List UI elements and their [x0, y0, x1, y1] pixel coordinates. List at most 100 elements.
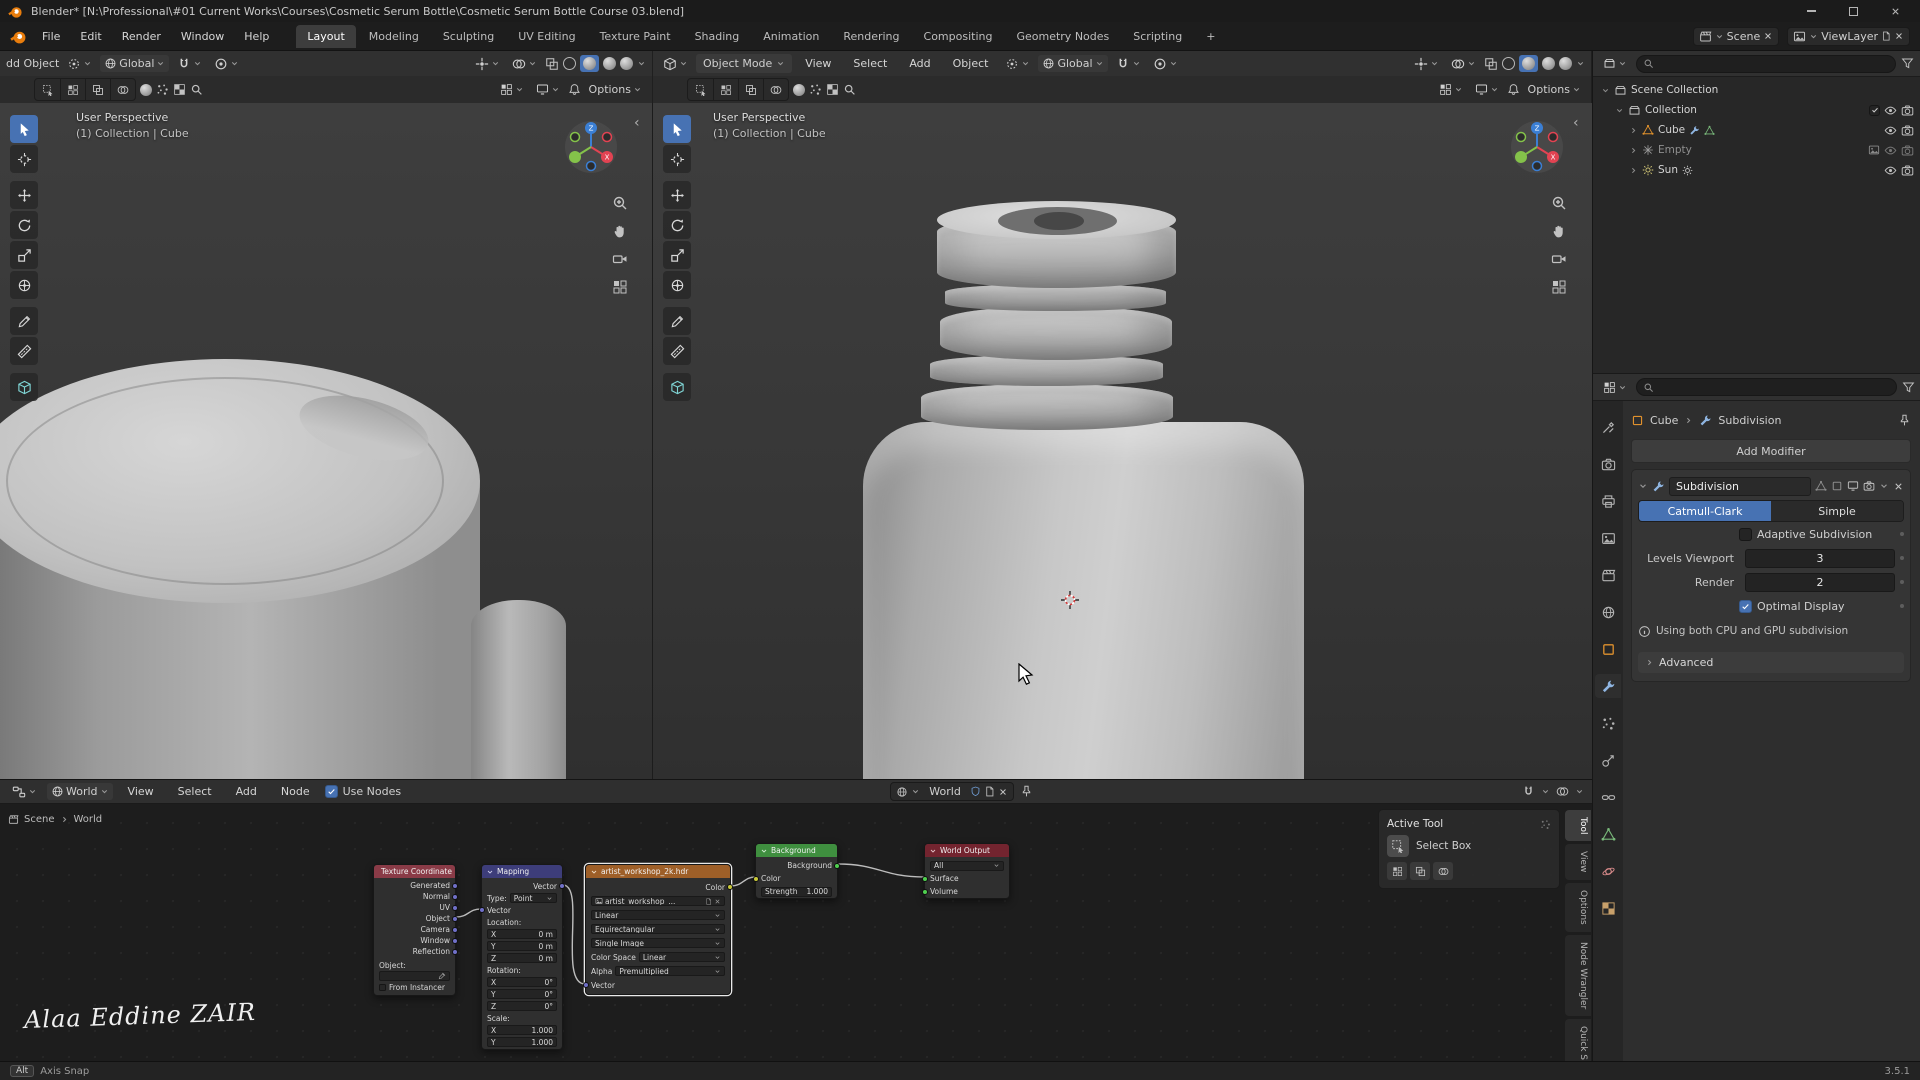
use-nodes-toggle[interactable]: Use Nodes: [324, 785, 401, 798]
shading-wireframe-button[interactable]: [563, 57, 576, 70]
outliner-display-mode-dropdown[interactable]: [1599, 55, 1631, 72]
menu-add[interactable]: Add: [900, 53, 939, 74]
strength-field[interactable]: Strength 1.000: [761, 886, 832, 897]
scale-x-field[interactable]: X 1.000: [487, 1025, 557, 1035]
hide-eye-toggle[interactable]: [1884, 124, 1897, 137]
toggle-ortho-icon[interactable]: [612, 279, 628, 295]
navigation-gizmo[interactable]: Z X: [563, 119, 619, 175]
realtime-toggle[interactable]: [1847, 480, 1859, 492]
select-subtract-icon[interactable]: [85, 79, 110, 100]
tab-view-layer[interactable]: [1595, 526, 1621, 550]
add-modifier-button[interactable]: Add Modifier: [1631, 439, 1911, 463]
hide-eye-toggle[interactable]: [1884, 144, 1897, 157]
menu-edit[interactable]: Edit: [71, 26, 110, 47]
falloff-dropdown[interactable]: [532, 81, 564, 98]
notifications-icon[interactable]: [568, 83, 581, 96]
menu-window[interactable]: Window: [172, 26, 233, 47]
from-instancer-checkbox[interactable]: [379, 984, 386, 991]
delete-modifier-icon[interactable]: [1893, 481, 1904, 492]
properties-filter-icon[interactable]: [1902, 381, 1915, 394]
scale-tool[interactable]: [663, 241, 691, 269]
disclosure-icon[interactable]: [1615, 106, 1624, 115]
tool-option-subtract-icon[interactable]: [1433, 862, 1453, 880]
location-x-field[interactable]: X0 m: [487, 929, 557, 939]
render-toggle[interactable]: [1863, 480, 1875, 492]
navigation-gizmo[interactable]: Z X: [1509, 119, 1565, 175]
right-3d-viewport[interactable]: User Perspective (1) Collection | Cube ‹…: [653, 103, 1592, 779]
workspace-tab-scripting[interactable]: Scripting: [1122, 25, 1193, 48]
blender-logo-icon[interactable]: [8, 4, 23, 19]
move-tool[interactable]: [663, 181, 691, 209]
unlink-datablock-icon[interactable]: [998, 787, 1008, 797]
transform-orientation-dropdown[interactable]: Global: [100, 55, 170, 72]
menu-view[interactable]: View: [796, 53, 840, 74]
interpolation-dropdown[interactable]: Linear: [591, 910, 725, 920]
select-extend-icon[interactable]: [60, 79, 85, 100]
camera-view-icon[interactable]: [612, 251, 628, 267]
tab-scene[interactable]: [1595, 563, 1621, 587]
on-cage-toggle[interactable]: [1815, 480, 1827, 492]
catmull-clark-button[interactable]: Catmull-Clark: [1639, 501, 1771, 521]
animate-dot[interactable]: [1900, 532, 1904, 536]
options-dropdown[interactable]: Options: [1524, 81, 1585, 98]
snapping-toggle[interactable]: [1112, 55, 1145, 73]
workspace-tab-compositing[interactable]: Compositing: [913, 25, 1004, 48]
left-3d-viewport[interactable]: User Perspective (1) Collection | Cube ‹…: [0, 103, 653, 779]
falloff-dropdown[interactable]: [1471, 81, 1503, 98]
workspace-tab-rendering[interactable]: Rendering: [832, 25, 910, 48]
use-nodes-checkbox[interactable]: [324, 785, 338, 798]
node-world-output[interactable]: World Output All Surface Volume: [922, 843, 1010, 899]
blender-menu-icon[interactable]: [10, 28, 27, 45]
xray-toggle[interactable]: [545, 57, 559, 71]
node-texture-coordinate[interactable]: Texture Coordinate Generated Normal UV O…: [373, 864, 458, 996]
outliner-row-collection[interactable]: Collection: [1593, 100, 1920, 120]
editor-type-dropdown[interactable]: [659, 55, 692, 73]
shading-wireframe-button[interactable]: [1502, 57, 1515, 70]
tab-world[interactable]: [1595, 600, 1621, 624]
add-workspace-button[interactable]: +: [1195, 25, 1226, 48]
outliner-row-sun[interactable]: Sun: [1593, 160, 1920, 180]
pan-hand-icon[interactable]: [612, 223, 628, 239]
sidebar-tab-tool[interactable]: Tool: [1565, 810, 1591, 842]
disclosure-icon[interactable]: [1629, 146, 1638, 155]
paint-mask-icon[interactable]: [809, 83, 822, 96]
workspace-tab-animation[interactable]: Animation: [752, 25, 830, 48]
sidebar-collapse-arrow[interactable]: ‹: [634, 115, 640, 131]
sidebar-tab-quick[interactable]: Quick S: [1565, 1018, 1591, 1062]
add-cube-tool[interactable]: [663, 373, 691, 401]
select-subtract-icon[interactable]: [738, 79, 763, 100]
advanced-subpanel-header[interactable]: Advanced: [1638, 652, 1904, 673]
menu-select[interactable]: Select: [169, 781, 221, 802]
breadcrumb-modifier[interactable]: Subdivision: [1718, 414, 1781, 427]
workspace-tab-geometry-nodes[interactable]: Geometry Nodes: [1005, 25, 1120, 48]
sidebar-collapse-arrow[interactable]: ‹: [1573, 115, 1579, 131]
image-source-dropdown[interactable]: Single Image: [591, 938, 725, 948]
tab-material[interactable]: [1595, 859, 1621, 883]
camera-view-icon[interactable]: [1551, 251, 1567, 267]
tab-modifiers[interactable]: [1595, 674, 1621, 698]
outliner-row-cube[interactable]: Cube: [1593, 120, 1920, 140]
viewlayer-selector[interactable]: ViewLayer: [1787, 26, 1910, 46]
rotation-x-field[interactable]: X 0°: [487, 977, 557, 987]
menu-render[interactable]: Render: [113, 26, 170, 47]
menu-node[interactable]: Node: [272, 781, 319, 802]
menu-object[interactable]: Object: [944, 53, 998, 74]
cursor-tool[interactable]: [663, 145, 691, 173]
breadcrumb-object[interactable]: Cube: [1650, 414, 1678, 427]
measure-tool[interactable]: [10, 337, 38, 365]
shading-dropdown[interactable]: [1576, 59, 1585, 68]
tab-constraints[interactable]: [1595, 785, 1621, 809]
material-preview-icon[interactable]: [140, 83, 152, 96]
notifications-icon[interactable]: [1507, 83, 1520, 96]
show-overlays-toggle[interactable]: [508, 55, 541, 73]
select-set-icon[interactable]: [688, 79, 713, 100]
tab-particles[interactable]: [1595, 711, 1621, 735]
node-canvas[interactable]: Scene World Texture Coordinate Generated…: [0, 804, 1592, 1062]
overlays-toggle[interactable]: [1556, 785, 1569, 798]
snap-settings-dropdown[interactable]: [496, 81, 528, 98]
snapping-toggle[interactable]: [173, 55, 206, 73]
tab-physics[interactable]: [1595, 748, 1621, 772]
show-gizmo-toggle[interactable]: [471, 55, 504, 73]
menu-file[interactable]: File: [33, 26, 69, 47]
viewport-search-icon[interactable]: [843, 83, 856, 96]
